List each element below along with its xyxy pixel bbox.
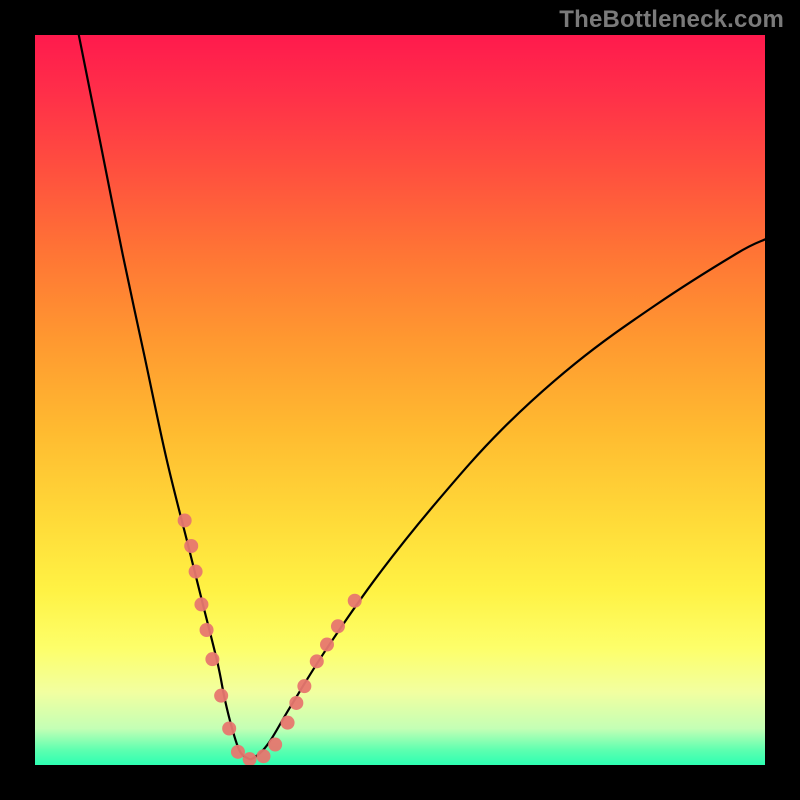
data-marker bbox=[222, 722, 236, 736]
data-marker bbox=[205, 652, 219, 666]
data-marker bbox=[331, 619, 345, 633]
data-marker bbox=[200, 623, 214, 637]
data-marker bbox=[184, 539, 198, 553]
data-marker bbox=[268, 738, 282, 752]
data-marker bbox=[256, 749, 270, 763]
data-marker bbox=[189, 565, 203, 579]
data-marker bbox=[243, 752, 257, 765]
data-marker bbox=[289, 696, 303, 710]
plot-area bbox=[35, 35, 765, 765]
data-marker bbox=[194, 597, 208, 611]
chart-svg bbox=[35, 35, 765, 765]
data-marker bbox=[214, 689, 228, 703]
bottleneck-curve bbox=[79, 35, 765, 759]
data-marker bbox=[348, 594, 362, 608]
chart-container: TheBottleneck.com bbox=[0, 0, 800, 800]
data-marker bbox=[178, 513, 192, 527]
data-marker bbox=[310, 654, 324, 668]
data-marker bbox=[297, 679, 311, 693]
data-marker bbox=[320, 638, 334, 652]
watermark-text: TheBottleneck.com bbox=[559, 6, 784, 34]
data-marker bbox=[231, 745, 245, 759]
data-marker bbox=[281, 716, 295, 730]
